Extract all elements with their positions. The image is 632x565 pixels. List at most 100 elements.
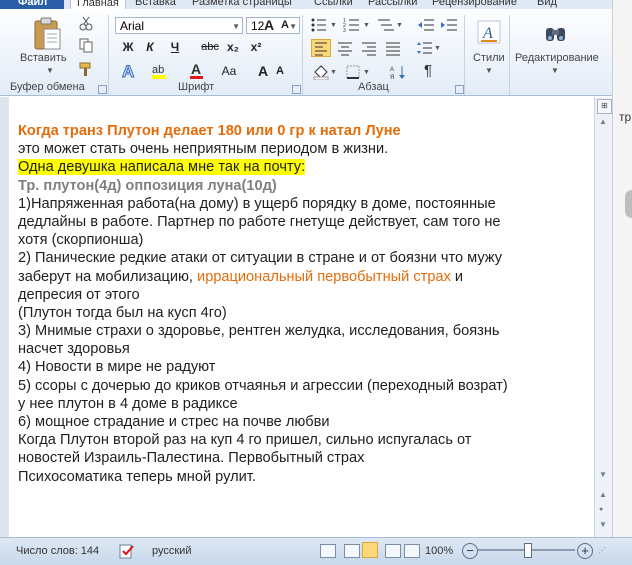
spellcheck-icon[interactable] — [118, 542, 136, 560]
ruler-toggle-icon[interactable]: ⊞ — [597, 99, 612, 114]
vertical-scrollbar[interactable]: ⊞ ▲ ▼ ▲ ● ▼ — [594, 97, 613, 537]
align-left-icon[interactable] — [311, 39, 331, 57]
doc-line-text: новостей Израиль-Палестина. Первобытный … — [18, 450, 365, 467]
shrink-font-button[interactable]: A — [279, 16, 291, 34]
tab-page-layout[interactable]: Разметка страницы — [192, 0, 292, 9]
svg-text:Я: Я — [390, 75, 394, 80]
subscript-button[interactable]: x₂ — [225, 38, 241, 56]
full-screen-icon[interactable] — [344, 544, 360, 558]
clipboard-launcher-icon[interactable] — [98, 85, 107, 94]
styles-icon[interactable]: A — [476, 19, 502, 45]
web-layout-icon[interactable] — [362, 542, 378, 558]
tab-insert[interactable]: Вставка — [135, 0, 176, 9]
highlighted-text: Одна девушка написала мне так на почту: — [18, 159, 306, 176]
doc-line-text: Когда Плутон второй раз на куп 4 го приш… — [18, 432, 472, 449]
superscript-button[interactable]: x² — [247, 38, 265, 56]
font-color-icon[interactable]: A — [188, 61, 208, 81]
paste-dropdown-icon[interactable]: ▼ — [46, 66, 54, 75]
svg-text:▼: ▼ — [434, 45, 441, 52]
change-case-button[interactable]: Aa — [218, 62, 240, 80]
doc-line: Когда Плутон второй раз на куп 4 го приш… — [18, 431, 590, 449]
doc-line: это может стать очень неприятным периодо… — [18, 140, 590, 158]
zoom-level[interactable]: 100% — [425, 545, 453, 557]
sort-icon[interactable]: AЯ — [390, 64, 408, 81]
document-body[interactable]: Когда транз Плутон делает 180 или 0 гр к… — [18, 122, 590, 486]
align-right-icon[interactable] — [360, 40, 378, 56]
align-center-icon[interactable] — [336, 40, 354, 56]
side-pane-knob — [625, 190, 632, 218]
document-page[interactable]: Когда транз Плутон делает 180 или 0 гр к… — [0, 97, 594, 537]
print-layout-icon[interactable] — [320, 544, 336, 558]
tab-file[interactable]: Файл — [0, 0, 64, 9]
tab-view[interactable]: Вид — [537, 0, 557, 9]
doc-line-text: 6) мощное страдание и стрес на почве люб… — [18, 414, 330, 430]
doc-line-text: Психосоматика теперь мной рулит. — [18, 468, 256, 485]
language-indicator[interactable]: русский — [152, 545, 191, 557]
doc-line: новостей Израиль-Палестина. Первобытный … — [18, 449, 590, 467]
prev-page-icon[interactable]: ▲ — [599, 490, 607, 499]
side-pane: тр — [612, 0, 632, 537]
grow-font-button[interactable]: A — [262, 16, 276, 34]
paragraph-launcher-icon[interactable] — [455, 85, 464, 94]
page-left-margin — [0, 97, 9, 537]
binoculars-icon[interactable] — [543, 21, 569, 45]
scroll-up-icon[interactable]: ▲ — [599, 117, 607, 126]
shrink-font-alt-button[interactable]: A — [274, 62, 286, 80]
resize-grip-icon[interactable]: ⋰ — [598, 546, 606, 555]
doc-line-text: насчет здоровья — [18, 341, 130, 358]
justify-icon[interactable] — [384, 40, 402, 56]
font-name-combo[interactable]: Arial ▼ — [115, 17, 243, 34]
numbering-icon[interactable]: 1 2 3 ▼ — [343, 17, 373, 34]
multilevel-list-icon[interactable]: ▼ — [376, 17, 406, 33]
editing-label[interactable]: Редактирование — [515, 52, 599, 64]
italic-button[interactable]: К — [142, 38, 158, 56]
show-marks-icon[interactable]: ¶ — [424, 63, 438, 79]
doc-line: 5) ссоры с дочерью до криков отчаянья и … — [18, 377, 590, 395]
doc-line: 6) мощное страдание и стрес на почве люб… — [18, 413, 590, 431]
shading-icon[interactable]: ▼ — [312, 64, 338, 81]
next-page-icon[interactable]: ▼ — [599, 520, 607, 529]
decrease-indent-icon[interactable] — [417, 17, 435, 33]
paste-label[interactable]: Вставить — [20, 52, 67, 64]
text-effects-icon[interactable]: A — [120, 61, 140, 82]
outline-icon[interactable] — [385, 544, 401, 558]
increase-indent-icon[interactable] — [440, 17, 458, 33]
styles-dropdown-icon[interactable]: ▼ — [485, 66, 493, 75]
zoom-in-button[interactable]: + — [577, 543, 593, 559]
tab-review[interactable]: Рецензирование — [432, 0, 517, 9]
strikethrough-button[interactable]: abc — [199, 38, 221, 56]
svg-text:A: A — [191, 61, 201, 77]
underline-button[interactable]: Ч — [167, 38, 183, 56]
svg-text:ab: ab — [152, 64, 164, 76]
doc-line: 4) Новости в мире не радуют — [18, 358, 590, 376]
word-count[interactable]: Число слов: 144 — [16, 545, 99, 557]
line-spacing-icon[interactable]: ▼ — [416, 40, 442, 56]
bold-button[interactable]: Ж — [120, 38, 136, 56]
highlight-icon[interactable]: ab — [150, 61, 172, 81]
styles-label[interactable]: Стили — [473, 52, 505, 64]
grow-font-alt-button[interactable]: A — [256, 62, 270, 80]
zoom-slider-thumb[interactable] — [523, 543, 532, 558]
ribbon: Вставить ▼ Буфер обмена Arial ▼ 12 ▼ Ж К… — [0, 9, 612, 96]
zoom-out-button[interactable]: − — [462, 543, 478, 559]
copy-icon[interactable] — [78, 37, 94, 53]
font-launcher-icon[interactable] — [292, 85, 301, 94]
borders-icon[interactable]: ▼ — [345, 64, 375, 80]
chevron-down-icon: ▼ — [232, 22, 240, 31]
scroll-down-icon[interactable]: ▼ — [599, 470, 607, 479]
tab-home[interactable]: Главная — [70, 0, 126, 9]
editing-dropdown-icon[interactable]: ▼ — [551, 66, 559, 75]
doc-line: 2) Панические редкие атаки от ситуации в… — [18, 249, 590, 267]
doc-line-text: (Плутон тогда был на куcп 4го) — [18, 304, 227, 321]
browse-object-icon[interactable]: ● — [599, 506, 603, 513]
paste-button[interactable] — [30, 15, 64, 55]
tab-references[interactable]: Ссылки — [314, 0, 353, 9]
bullets-icon[interactable]: ▼ — [310, 17, 340, 33]
svg-text:A: A — [390, 67, 394, 73]
tab-mailings[interactable]: Рассылки — [368, 0, 417, 9]
cut-icon[interactable] — [78, 15, 94, 31]
format-painter-icon[interactable] — [78, 61, 94, 77]
draft-icon[interactable] — [404, 544, 420, 558]
doc-line: хотя (скорпионша) — [18, 231, 590, 249]
group-divider — [108, 15, 109, 95]
